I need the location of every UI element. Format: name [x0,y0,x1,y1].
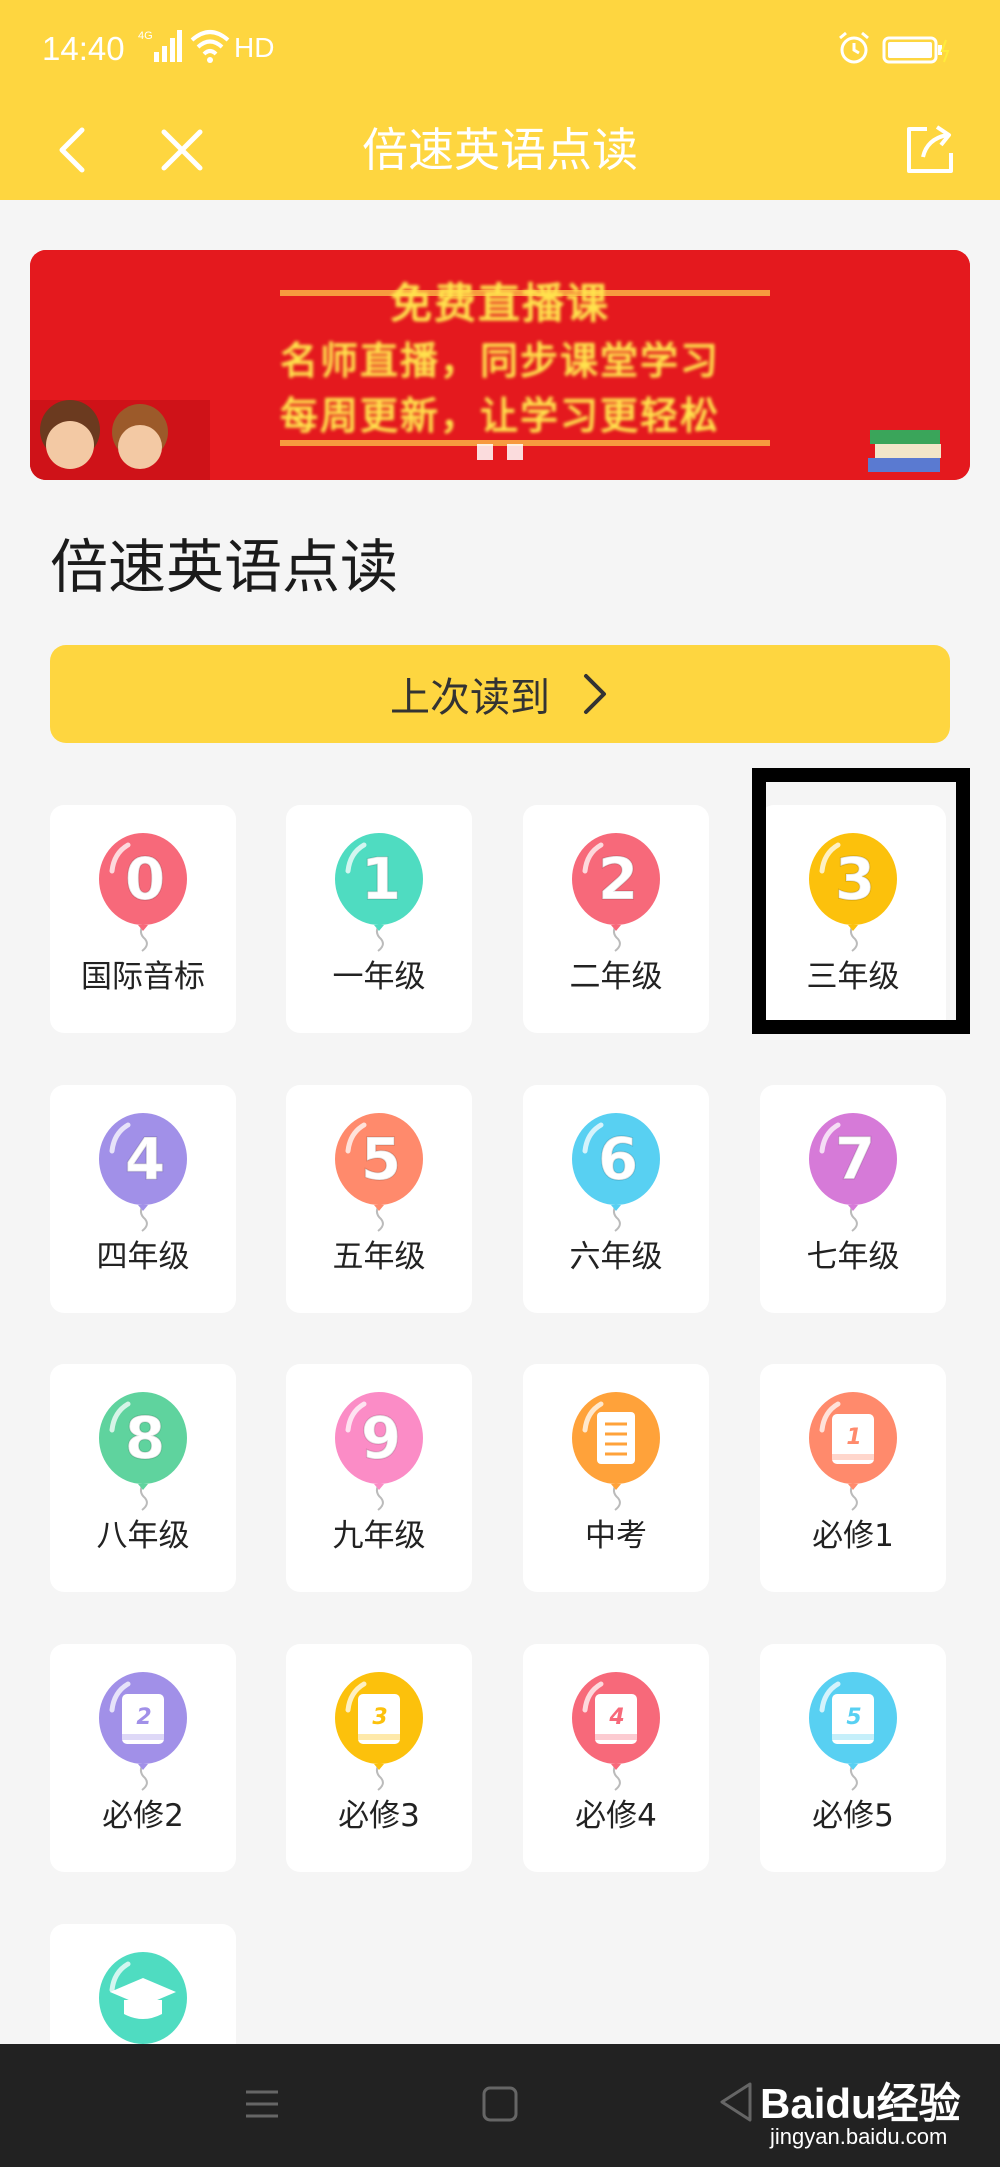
back-button[interactable] [40,118,104,182]
grade-card-label: 八年级 [96,1518,190,1554]
number-balloon-icon: 5 [335,1113,423,1232]
grade-card-label: 必修5 [812,1798,894,1834]
home-button[interactable] [480,2084,520,2128]
grade-card[interactable]: 5 必修5 [760,1644,946,1872]
continue-reading-label: 上次读到 [390,675,550,721]
grade-card[interactable]: 0 国际音标 [50,805,236,1033]
grade-card-label: 国际音标 [81,959,205,995]
grade-card-label: 六年级 [569,1239,663,1275]
grade-card[interactable]: 1 必修1 [760,1364,946,1592]
balloon-number: 5 [361,1125,401,1193]
grade-card[interactable]: 4 四年级 [50,1085,236,1313]
promo-banner[interactable]: 免费直播课 名师直播，同步课堂学习 每周更新，让学习更轻松 [30,250,970,480]
book-number: 1 [846,1425,861,1450]
book-balloon-icon: 1 [809,1392,897,1511]
grade-card-label: 必修3 [338,1798,420,1834]
chevron-left-icon [59,127,85,173]
balloon-number: 1 [361,845,401,913]
balloon-number: 8 [125,1404,165,1472]
section-title: 倍速英语点读 [50,533,399,601]
wifi-icon [190,28,230,69]
banner-pagination [30,444,970,460]
book-number: 2 [136,1705,151,1730]
banner-subline-1: 名师直播，同步课堂学习 [279,339,720,383]
book-number: 3 [372,1705,387,1730]
share-icon [907,125,953,173]
balloon-number: 3 [835,845,875,913]
svg-text:4G: 4G [138,30,153,42]
book-balloon-icon: 4 [572,1672,660,1791]
grade-card-label: 七年级 [806,1239,900,1275]
grade-card-label: 二年级 [569,959,663,995]
grade-card-label: 五年级 [332,1239,426,1275]
grade-card-label: 必修4 [575,1798,657,1834]
number-balloon-icon: 2 [572,833,660,952]
balloon-number: 6 [598,1125,638,1193]
banner-dot [477,444,493,460]
balloon-number: 0 [125,845,165,913]
number-balloon-icon: 3 [809,833,897,952]
book-balloon-icon: 3 [335,1672,423,1791]
alarm-icon [836,30,872,71]
close-icon [161,129,203,171]
cellular-signal-icon: 4G [138,28,182,69]
grade-card[interactable]: 2 必修2 [50,1644,236,1872]
grade-card[interactable]: 3 三年级 [760,805,946,1033]
grade-card[interactable]: 3 必修3 [286,1644,472,1872]
number-balloon-icon: 0 [99,833,187,952]
chevron-right-icon [584,674,606,714]
number-balloon-icon: 1 [335,833,423,952]
grade-card-label: 必修1 [812,1518,894,1554]
number-balloon-icon: 4 [99,1113,187,1232]
grade-card[interactable]: 9 九年级 [286,1364,472,1592]
number-balloon-icon: 7 [809,1113,897,1232]
banner-dot [507,444,523,460]
banner-headline: 免费直播课 [389,279,610,328]
grade-card[interactable]: 4 必修4 [523,1644,709,1872]
page-title: 倍速英语点读 [362,123,638,177]
balloon-number: 4 [125,1125,165,1193]
menu-icon [246,2090,278,2118]
grade-card[interactable]: 1 一年级 [286,805,472,1033]
menu-button[interactable] [242,2084,282,2128]
status-time: 14:40 [42,30,125,67]
grade-card[interactable]: 2 二年级 [523,805,709,1033]
book-balloon-icon: 5 [809,1672,897,1791]
book-balloon-icon: 2 [99,1672,187,1791]
grade-card-label: 四年级 [96,1239,190,1275]
grade-card[interactable]: 7 七年级 [760,1085,946,1313]
status-bar: 14:40 4G HD [0,0,1000,100]
number-balloon-icon: 6 [572,1113,660,1232]
grade-card-label: 三年级 [806,959,900,995]
nav-bar: 倍速英语点读 [0,100,1000,200]
grade-card[interactable]: 8 八年级 [50,1364,236,1592]
grade-card-label: 中考 [585,1518,647,1554]
grade-card-label: 必修2 [102,1798,184,1834]
grade-card[interactable]: 5 五年级 [286,1085,472,1313]
book-number: 4 [608,1705,624,1730]
triangle-back-icon [720,2082,752,2122]
close-button[interactable] [150,118,214,182]
number-balloon-icon: 9 [335,1392,423,1511]
balloon-number: 9 [361,1404,401,1472]
balloon-number: 2 [598,845,638,913]
watermark-logo: Baidu经验 [760,2080,961,2127]
battery-icon [882,36,952,69]
grade-card-label: 九年级 [332,1518,426,1554]
document-balloon-icon [572,1392,660,1511]
book-number: 5 [846,1705,861,1730]
number-balloon-icon: 8 [99,1392,187,1511]
system-back-button[interactable] [716,2080,756,2128]
share-button[interactable] [898,118,962,182]
status-hd: HD [234,32,275,63]
watermark-url: jingyan.baidu.com [770,2124,948,2149]
balloon-number: 7 [835,1125,875,1193]
banner-subline-2: 每周更新，让学习更轻松 [279,394,720,438]
grade-card[interactable]: 中考 [523,1364,709,1592]
grade-card-label: 一年级 [332,959,426,995]
home-icon [482,2086,518,2122]
continue-reading-button[interactable]: 上次读到 [50,645,950,743]
grade-card[interactable]: 6 六年级 [523,1085,709,1313]
